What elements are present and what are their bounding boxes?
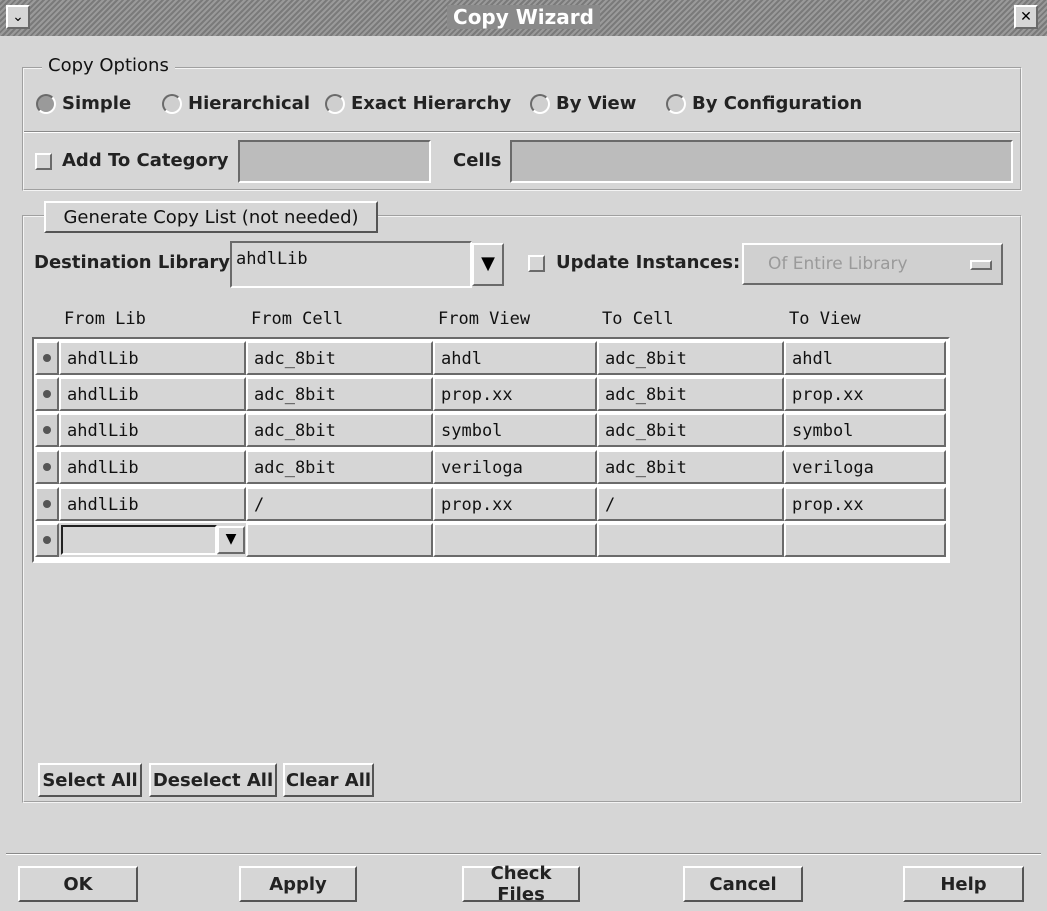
cell-from-view[interactable]: veriloga (433, 450, 597, 484)
row-selector[interactable] (35, 413, 59, 447)
window-title: Copy Wizard (0, 5, 1047, 29)
cell-from-view[interactable]: symbol (433, 413, 597, 447)
cell-from-cell[interactable]: adc_8bit (246, 450, 433, 484)
help-button[interactable]: Help (903, 866, 1024, 902)
cancel-button[interactable]: Cancel (683, 866, 803, 902)
copy-options-legend: Copy Options (42, 55, 175, 76)
radio-indicator (36, 93, 56, 114)
row-selector[interactable] (35, 341, 59, 375)
radio-by-configuration-label: By Configuration (692, 93, 863, 114)
header-from-lib: From Lib (64, 309, 146, 329)
cell-to-cell[interactable] (597, 523, 784, 557)
cell-to-view[interactable]: ahdl (784, 341, 946, 375)
select-all-button[interactable]: Select All (38, 763, 142, 797)
radio-simple-label: Simple (62, 93, 132, 114)
cell-to-cell[interactable]: adc_8bit (597, 377, 784, 411)
divider (24, 131, 1020, 133)
destination-library-value: ahdlLib (236, 249, 308, 269)
radio-indicator (530, 93, 550, 114)
add-to-category-label: Add To Category (62, 150, 229, 171)
header-to-cell: To Cell (602, 309, 674, 329)
add-to-category-checkbox[interactable] (35, 153, 52, 170)
cell-from-lib[interactable]: ahdlLib (59, 487, 246, 521)
row-marker-icon (43, 463, 51, 471)
row-marker-icon (43, 354, 51, 362)
cell-from-cell[interactable]: / (246, 487, 433, 521)
footer-divider (6, 853, 1041, 855)
cell-to-view[interactable]: veriloga (784, 450, 946, 484)
row-marker-icon (43, 426, 51, 434)
radio-by-configuration[interactable]: By Configuration (666, 93, 862, 114)
radio-indicator (666, 93, 686, 114)
update-instances-label: Update Instances: (556, 252, 741, 273)
header-to-view: To View (789, 309, 861, 329)
row-marker-icon (43, 536, 51, 544)
new-row-from-lib-editor[interactable]: ▼ (59, 523, 246, 557)
destination-library-dropdown-button[interactable]: ▼ (472, 243, 504, 286)
option-menu-icon (970, 260, 992, 270)
cells-field[interactable] (510, 140, 1013, 183)
cell-from-view[interactable]: ahdl (433, 341, 597, 375)
cell-from-lib[interactable]: ahdlLib (59, 377, 246, 411)
update-scope-value: Of Entire Library (768, 254, 908, 274)
ok-button[interactable]: OK (18, 866, 138, 902)
header-from-cell: From Cell (251, 309, 344, 329)
row-selector[interactable] (35, 523, 59, 557)
cell-from-lib[interactable]: ahdlLib (59, 450, 246, 484)
deselect-all-button[interactable]: Deselect All (149, 763, 277, 797)
row-selector[interactable] (35, 450, 59, 484)
cell-from-lib[interactable]: ahdlLib (59, 413, 246, 447)
cell-from-cell[interactable]: adc_8bit (246, 341, 433, 375)
radio-simple[interactable]: Simple (36, 93, 131, 114)
cell-from-view[interactable] (433, 523, 597, 557)
cell-from-cell[interactable]: adc_8bit (246, 377, 433, 411)
close-icon: ✕ (1020, 9, 1032, 25)
radio-exact-hierarchy-label: Exact Hierarchy (351, 93, 512, 114)
row-selector[interactable] (35, 487, 59, 521)
chevron-down-icon: ⌄ (12, 9, 24, 25)
radio-indicator (325, 93, 345, 114)
destination-library-input[interactable]: ahdlLib (230, 241, 472, 288)
cell-to-cell[interactable]: adc_8bit (597, 413, 784, 447)
row-selector[interactable] (35, 377, 59, 411)
update-scope-select[interactable]: Of Entire Library (742, 243, 1003, 285)
cell-to-view[interactable]: symbol (784, 413, 946, 447)
generate-copy-list-button[interactable]: Generate Copy List (not needed) (44, 201, 378, 233)
close-button[interactable]: ✕ (1014, 5, 1038, 29)
radio-by-view[interactable]: By View (530, 93, 636, 114)
cell-to-view[interactable]: prop.xx (784, 377, 946, 411)
cell-to-cell[interactable]: / (597, 487, 784, 521)
apply-button[interactable]: Apply (239, 866, 357, 902)
triangle-down-icon: ▼ (481, 253, 495, 274)
new-row-from-lib-input[interactable] (61, 525, 217, 555)
header-from-view: From View (438, 309, 531, 329)
cell-from-view[interactable]: prop.xx (433, 377, 597, 411)
clear-all-button[interactable]: Clear All (283, 763, 374, 797)
update-instances-checkbox[interactable] (528, 255, 545, 272)
radio-hierarchical-label: Hierarchical (188, 93, 310, 114)
destination-library-label: Destination Library (34, 252, 230, 273)
cell-to-cell[interactable]: adc_8bit (597, 450, 784, 484)
triangle-down-icon: ▼ (225, 531, 237, 547)
cell-from-cell[interactable] (246, 523, 433, 557)
category-field[interactable] (238, 140, 431, 183)
window-menu-button[interactable]: ⌄ (6, 5, 30, 29)
row-marker-icon (43, 390, 51, 398)
cell-to-view[interactable]: prop.xx (784, 487, 946, 521)
cell-from-cell[interactable]: adc_8bit (246, 413, 433, 447)
cell-to-cell[interactable]: adc_8bit (597, 341, 784, 375)
check-files-button[interactable]: Check Files (462, 863, 580, 905)
radio-hierarchical[interactable]: Hierarchical (162, 93, 310, 114)
row-marker-icon (43, 500, 51, 508)
radio-by-view-label: By View (556, 93, 637, 114)
cells-label: Cells (453, 150, 502, 171)
cell-from-view[interactable]: prop.xx (433, 487, 597, 521)
radio-exact-hierarchy[interactable]: Exact Hierarchy (325, 93, 511, 114)
radio-indicator (162, 93, 182, 114)
cell-to-view[interactable] (784, 523, 946, 557)
new-row-dropdown-button[interactable]: ▼ (217, 526, 245, 554)
cell-from-lib[interactable]: ahdlLib (59, 341, 246, 375)
